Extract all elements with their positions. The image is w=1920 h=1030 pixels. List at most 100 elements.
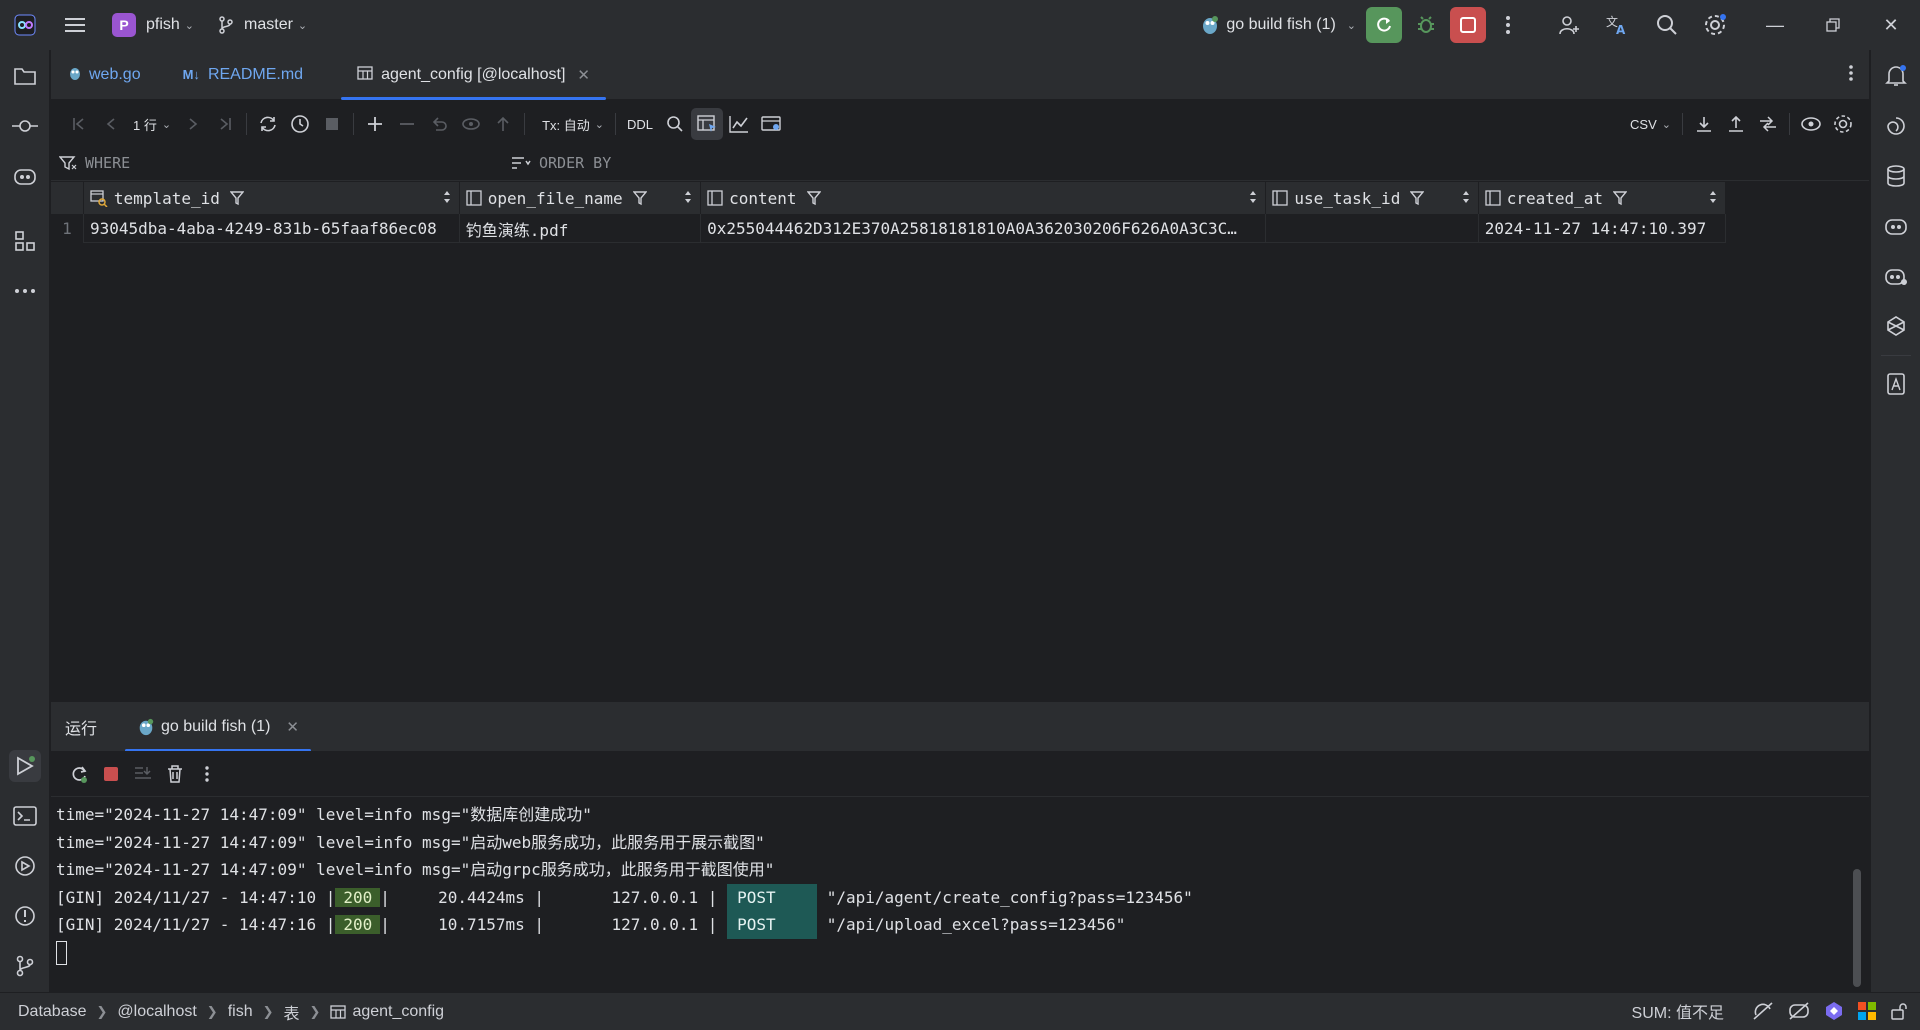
- console-scrollbar[interactable]: [1853, 869, 1861, 987]
- table-cell-created-at[interactable]: 2024-11-27 14:47:10.397: [1479, 214, 1726, 243]
- order-by-field[interactable]: ORDER BY: [511, 154, 611, 172]
- close-tab-icon[interactable]: ✕: [577, 66, 590, 84]
- tab-web-go[interactable]: web.go: [51, 50, 161, 100]
- add-row-icon[interactable]: [359, 108, 391, 140]
- stop-button[interactable]: [1450, 7, 1486, 43]
- more-tools-icon[interactable]: [9, 275, 41, 307]
- minimize-button[interactable]: —: [1746, 0, 1804, 50]
- debug-button[interactable]: [1408, 4, 1444, 46]
- ddl-button[interactable]: DDL: [621, 117, 659, 132]
- tab-agent-config[interactable]: agent_config [@localhost] ✕: [337, 50, 610, 100]
- tab-readme[interactable]: M↓ README.md: [161, 50, 323, 100]
- windows-logo-icon[interactable]: [1858, 1002, 1876, 1020]
- view-options-icon[interactable]: [1795, 108, 1827, 140]
- column-header-open-file-name[interactable]: open_file_name: [460, 182, 702, 214]
- commit-icon[interactable]: [9, 110, 41, 142]
- main-menu-icon[interactable]: [54, 4, 96, 46]
- record-view-icon[interactable]: [755, 108, 787, 140]
- app-logo-icon[interactable]: [4, 4, 46, 46]
- transaction-mode-selector[interactable]: Tx: 自动 ⌄: [536, 115, 610, 134]
- sort-arrows-icon[interactable]: [684, 190, 692, 207]
- copilot-agent-icon[interactable]: [1880, 260, 1912, 292]
- delete-row-icon[interactable]: [391, 108, 423, 140]
- import-upload-icon[interactable]: [1720, 108, 1752, 140]
- sum-indicator[interactable]: SUM: 值不足: [1632, 999, 1724, 1023]
- notifications-icon[interactable]: [1880, 60, 1912, 92]
- git-icon[interactable]: [9, 950, 41, 982]
- column-filter-icon[interactable]: [229, 190, 244, 206]
- table-cell-content[interactable]: 0x255044462D312E370A25818181810A0A362030…: [701, 214, 1267, 243]
- problems-icon[interactable]: [9, 900, 41, 932]
- export-format-selector[interactable]: CSV ⌄: [1624, 117, 1677, 132]
- tab-options-icon[interactable]: [1849, 64, 1853, 87]
- run-tab-go-build-fish[interactable]: go build fish (1) ✕: [123, 702, 313, 752]
- stop-run-icon[interactable]: [95, 758, 127, 790]
- grid-settings-icon[interactable]: [1827, 108, 1859, 140]
- text-editor-icon[interactable]: [1880, 368, 1912, 400]
- clear-console-icon[interactable]: [159, 758, 191, 790]
- plugin-status-icon[interactable]: [1824, 1001, 1844, 1021]
- table-cell-template-id[interactable]: 93045dba-4aba-4249-831b-65faaf86ec08: [84, 214, 460, 243]
- refresh-icon[interactable]: [252, 108, 284, 140]
- table-cell-use-task-id[interactable]: [1266, 214, 1479, 243]
- column-filter-icon[interactable]: [1410, 190, 1425, 206]
- console-input-line[interactable]: [56, 939, 1869, 967]
- database-icon[interactable]: [1880, 160, 1912, 192]
- more-actions-icon[interactable]: [191, 758, 223, 790]
- translate-icon[interactable]: 文A: [1596, 4, 1638, 46]
- restore-button[interactable]: [1804, 0, 1862, 50]
- rerun-icon[interactable]: [63, 758, 95, 790]
- breadcrumb-item[interactable]: Database: [18, 1003, 87, 1021]
- search-data-icon[interactable]: [659, 108, 691, 140]
- page-size-selector[interactable]: 1 行 ⌄: [127, 115, 177, 134]
- ai-assistant-icon[interactable]: [1880, 110, 1912, 142]
- breadcrumb-item[interactable]: agent_config: [352, 1003, 444, 1021]
- column-header-template-id[interactable]: template_id: [84, 182, 460, 214]
- preview-changes-icon[interactable]: [455, 108, 487, 140]
- settings-gear-icon[interactable]: [1694, 4, 1736, 46]
- row-number-header[interactable]: [51, 182, 84, 214]
- table-row[interactable]: 1 93045dba-4aba-4249-831b-65faaf86ec08 钓…: [51, 214, 1726, 243]
- copilot-icon[interactable]: [9, 160, 41, 192]
- breadcrumb-item[interactable]: fish: [228, 1003, 253, 1021]
- breadcrumb-item[interactable]: @localhost: [117, 1003, 196, 1021]
- branch-selector[interactable]: master ⌄: [218, 16, 307, 34]
- where-filter-field[interactable]: WHERE: [59, 154, 130, 172]
- revert-icon[interactable]: [423, 108, 455, 140]
- column-filter-icon[interactable]: [1613, 190, 1628, 206]
- column-filter-icon[interactable]: [806, 190, 821, 206]
- submit-icon[interactable]: [487, 108, 519, 140]
- search-icon[interactable]: [1646, 4, 1688, 46]
- stop-query-icon[interactable]: [316, 108, 348, 140]
- previous-page-icon[interactable]: [95, 108, 127, 140]
- column-header-content[interactable]: content: [701, 182, 1267, 214]
- more-actions-icon[interactable]: [1492, 4, 1524, 46]
- structure-icon[interactable]: [9, 225, 41, 257]
- column-header-created-at[interactable]: created_at: [1479, 182, 1727, 214]
- table-view-icon[interactable]: [690, 108, 723, 140]
- last-page-icon[interactable]: [209, 108, 241, 140]
- project-folder-icon[interactable]: [9, 60, 41, 92]
- chart-view-icon[interactable]: [723, 108, 755, 140]
- run-config-selector[interactable]: go build fish (1) ⌄: [1200, 15, 1356, 35]
- table-cell-open-file-name[interactable]: 钓鱼演练.pdf: [460, 214, 702, 243]
- rerun-button[interactable]: [1366, 7, 1402, 43]
- copilot-chat-icon[interactable]: [1880, 210, 1912, 242]
- column-header-use-task-id[interactable]: use_task_id: [1266, 182, 1479, 214]
- add-user-icon[interactable]: [1548, 4, 1590, 46]
- copilot-status-icon[interactable]: [1788, 1001, 1810, 1021]
- terminal-icon[interactable]: [9, 800, 41, 832]
- console-output[interactable]: time="2024-11-27 14:47:09" level=info ms…: [51, 797, 1869, 992]
- first-page-icon[interactable]: [63, 108, 95, 140]
- next-page-icon[interactable]: [177, 108, 209, 140]
- plugin-icon[interactable]: [1880, 310, 1912, 342]
- lock-open-icon[interactable]: [1890, 1002, 1908, 1020]
- sort-arrows-icon[interactable]: [1709, 190, 1717, 207]
- close-window-button[interactable]: ✕: [1862, 0, 1920, 50]
- sort-arrows-icon[interactable]: [443, 190, 451, 207]
- project-selector[interactable]: P pfish ⌄: [112, 13, 194, 37]
- history-icon[interactable]: [284, 108, 316, 140]
- breadcrumb-item[interactable]: 表: [284, 1000, 300, 1024]
- ai-off-icon[interactable]: [1752, 1001, 1774, 1021]
- run-tool-icon[interactable]: [9, 750, 41, 782]
